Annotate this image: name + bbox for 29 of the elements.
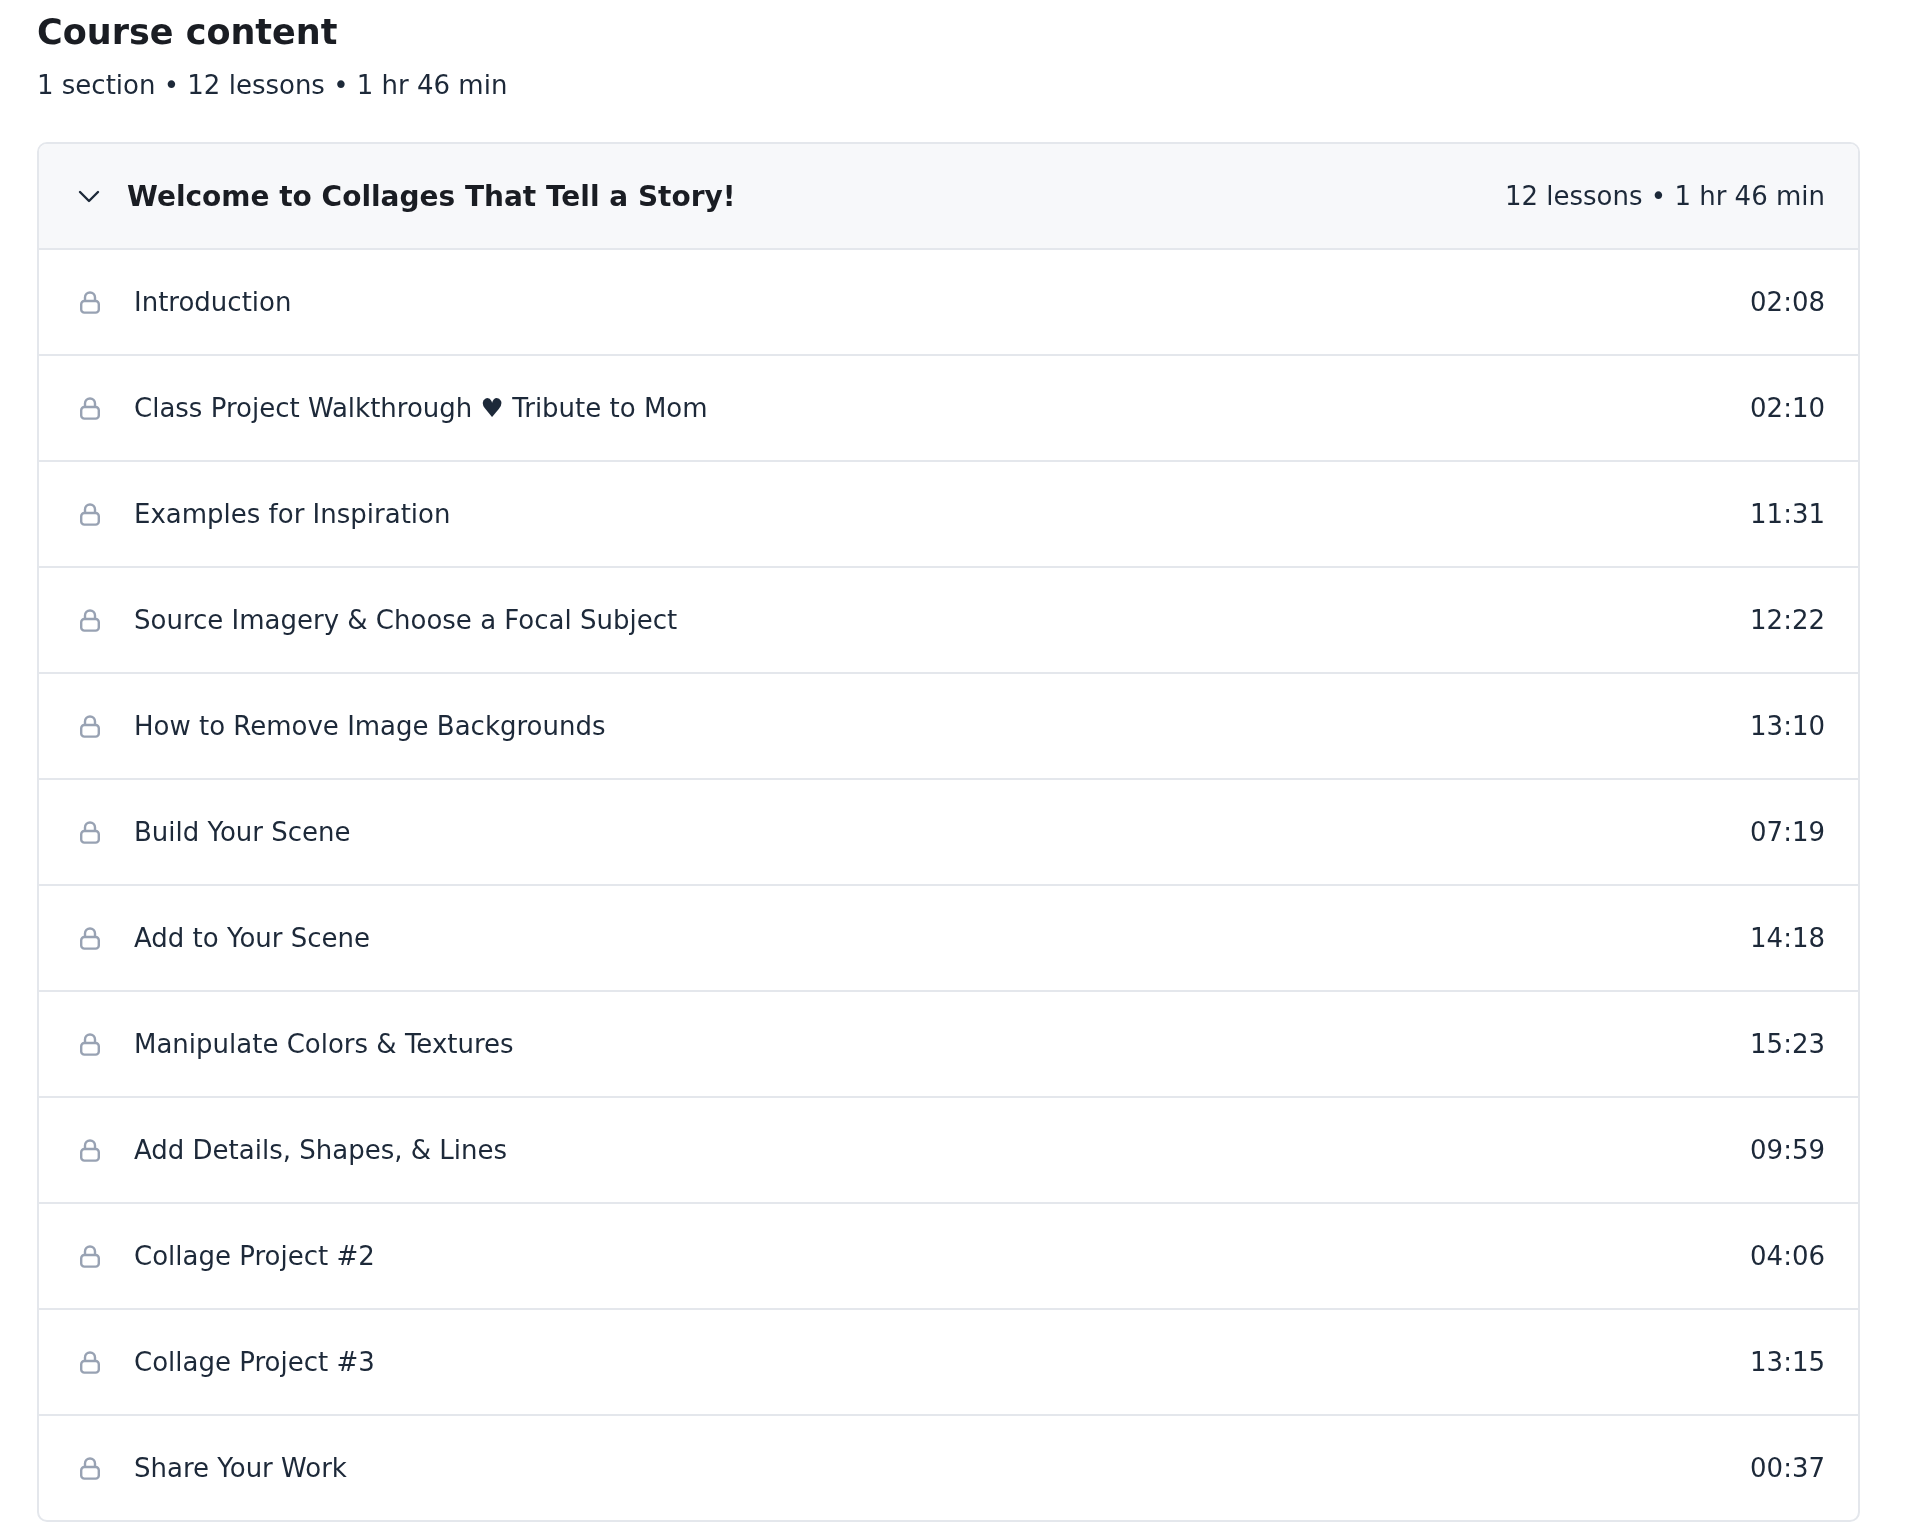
lesson-title: Share Your Work	[134, 1453, 348, 1483]
lesson-duration: 13:15	[1750, 1347, 1825, 1377]
lesson-duration: 02:10	[1750, 393, 1825, 423]
lesson-duration: 00:37	[1750, 1453, 1825, 1483]
lesson-duration: 07:19	[1750, 817, 1825, 847]
lesson-title: Add Details, Shapes, & Lines	[134, 1135, 509, 1165]
lesson-duration: 13:10	[1750, 711, 1825, 741]
section-meta: 12 lessons • 1 hr 46 min	[1504, 181, 1825, 211]
lesson-title: Build Your Scene	[134, 817, 352, 847]
lesson-duration: 14:18	[1750, 923, 1825, 953]
section-title: Welcome to Collages That Tell a Story!	[127, 179, 737, 213]
lesson-title: Collage Project #2	[134, 1241, 376, 1271]
lesson-duration: 11:31	[1750, 499, 1825, 529]
course-summary: 1 section • 12 lessons • 1 hr 46 min	[37, 69, 509, 102]
lesson-duration: 15:23	[1750, 1029, 1825, 1059]
lesson-title: How to Remove Image Backgrounds	[134, 711, 607, 741]
section-header[interactable]: Welcome to Collages That Tell a Story! 12 lessons • 1 hr 46 min	[39, 144, 1858, 250]
lesson-title: Add to Your Scene	[134, 923, 371, 953]
lesson-title: Manipulate Colors & Textures	[134, 1029, 515, 1059]
lesson-duration: 04:06	[1750, 1241, 1825, 1271]
lesson-title: Source Imagery & Choose a Focal Subject	[134, 605, 679, 635]
lesson-title: Introduction	[134, 287, 293, 317]
lesson-title: Examples for Inspiration	[134, 499, 452, 529]
lesson-duration: 12:22	[1750, 605, 1825, 635]
lesson-duration: 02:08	[1750, 287, 1825, 317]
lesson-title: Collage Project #3	[134, 1347, 376, 1377]
lesson-title: Class Project Walkthrough ♥ Tribute to Mom	[134, 393, 709, 423]
lesson-duration: 09:59	[1750, 1135, 1825, 1165]
page-title: Course content	[37, 11, 339, 54]
